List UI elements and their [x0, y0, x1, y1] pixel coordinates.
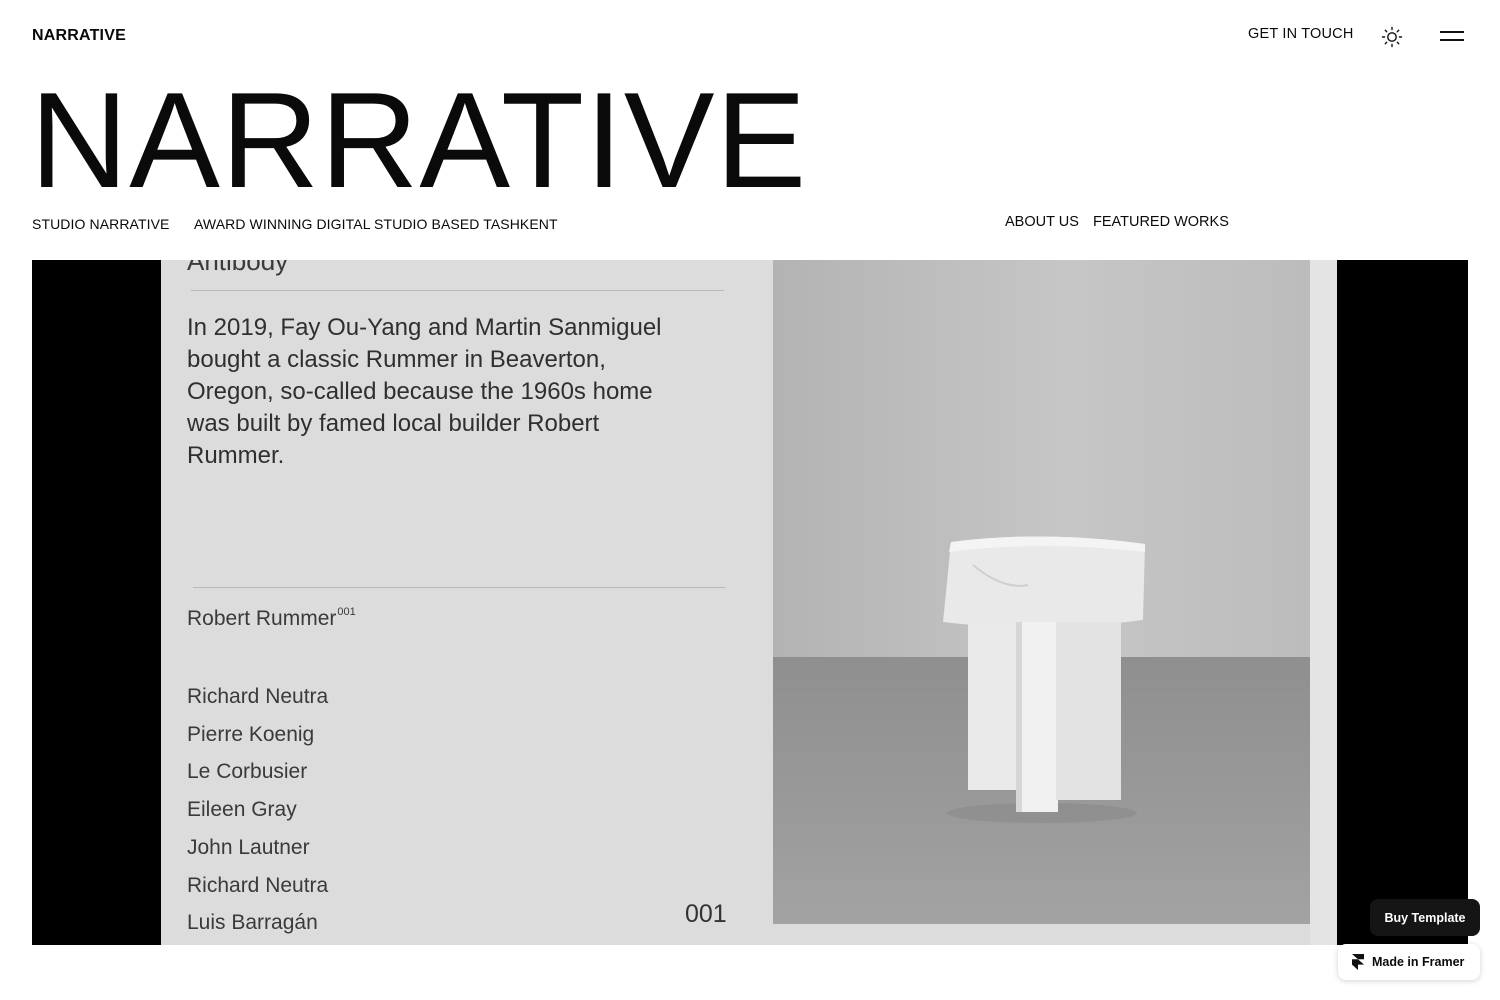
divider — [193, 587, 725, 588]
buy-template-button[interactable]: Buy Template — [1370, 899, 1480, 936]
studio-name: STUDIO NARRATIVE — [32, 216, 170, 232]
sun-icon — [1381, 26, 1403, 48]
author-name: Robert Rummer — [187, 607, 337, 630]
marble-stool-photo — [773, 260, 1310, 924]
made-in-framer-badge[interactable]: Made in Framer — [1338, 944, 1480, 980]
site-logo[interactable]: NARRATIVE — [32, 27, 126, 45]
list-item: Eileen Gray — [187, 798, 297, 822]
studio-tagline: AWARD WINNING DIGITAL STUDIO BASED TASHK… — [194, 216, 558, 232]
architect-list: Richard Neutra Pierre Koenig Le Corbusie… — [187, 678, 328, 942]
hero-media: Antibody In 2019, Fay Ou-Yang and Martin… — [32, 260, 1468, 945]
nav-about-us[interactable]: ABOUT US — [1005, 214, 1079, 230]
list-item: Richard Neutra — [187, 873, 329, 897]
magazine-menu-icon — [710, 260, 724, 263]
magazine-heading: Antibody — [187, 260, 289, 276]
framer-logo-icon — [1352, 954, 1364, 970]
magazine-paragraph: In 2019, Fay Ou-Yang and Martin Sanmigue… — [187, 314, 662, 469]
hamburger-menu-icon — [1440, 31, 1464, 33]
menu-button[interactable] — [1438, 28, 1466, 44]
divider — [191, 290, 724, 291]
page-number: 001 — [685, 900, 727, 928]
hamburger-menu-icon-bar — [1440, 39, 1464, 41]
list-item: John Lautner — [187, 835, 310, 859]
list-item: Luis Barragán — [187, 911, 318, 935]
magazine-author: Robert Rummer001 — [187, 606, 356, 631]
hero-title: NARRATIVE — [30, 64, 808, 216]
nav-featured-works[interactable]: FEATURED WORKS — [1093, 214, 1229, 230]
stool-illustration — [943, 536, 1145, 823]
page-edge — [1310, 260, 1337, 945]
magazine-page: Antibody In 2019, Fay Ou-Yang and Martin… — [161, 260, 1337, 945]
list-item: Richard Neutra — [187, 685, 329, 708]
list-item: Le Corbusier — [187, 760, 308, 784]
theme-toggle-button[interactable] — [1380, 25, 1404, 49]
get-in-touch-link[interactable]: GET IN TOUCH — [1248, 26, 1354, 42]
list-item: Pierre Koenig — [187, 722, 315, 746]
author-footnote: 001 — [337, 606, 356, 618]
framer-badge-label: Made in Framer — [1372, 955, 1465, 969]
